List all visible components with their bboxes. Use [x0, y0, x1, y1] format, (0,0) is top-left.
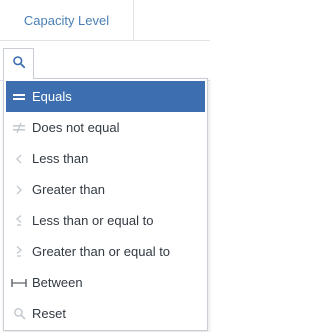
filter-operator-button[interactable]: [3, 48, 34, 79]
greater-than-icon: [8, 184, 30, 196]
menu-item-reset[interactable]: Reset: [6, 298, 205, 329]
equals-icon: [8, 92, 30, 102]
menu-item-label: Between: [32, 275, 83, 290]
menu-item-label: Less than: [32, 151, 89, 166]
menu-item-between[interactable]: Between: [6, 267, 205, 298]
menu-item-label: Does not equal: [32, 120, 120, 135]
filter-operator-menu: Equals Does not equal Less than Greater …: [3, 78, 208, 331]
not-equal-icon: [8, 122, 30, 134]
column-header-capacity-level[interactable]: Capacity Level: [0, 0, 134, 40]
menu-item-label: Greater than: [32, 182, 105, 197]
menu-item-less-than-or-equal[interactable]: Less than or equal to: [6, 205, 205, 236]
menu-item-label: Reset: [32, 306, 66, 321]
reset-search-icon: [8, 307, 30, 320]
menu-item-label: Equals: [32, 89, 72, 104]
menu-item-greater-than[interactable]: Greater than: [6, 174, 205, 205]
menu-item-label: Greater than or equal to: [32, 244, 171, 259]
menu-item-does-not-equal[interactable]: Does not equal: [6, 112, 205, 143]
between-icon: [8, 278, 30, 288]
menu-item-equals[interactable]: Equals: [6, 81, 205, 112]
greater-than-or-equal-icon: [8, 245, 30, 258]
grid-header-row: Capacity Level: [0, 0, 210, 41]
search-icon: [12, 55, 26, 74]
less-than-icon: [8, 153, 30, 165]
menu-item-less-than[interactable]: Less than: [6, 143, 205, 174]
menu-item-greater-than-or-equal[interactable]: Greater than or equal to: [6, 236, 205, 267]
column-header-label: Capacity Level: [23, 12, 110, 28]
less-than-or-equal-icon: [8, 214, 30, 227]
menu-item-label: Less than or equal to: [32, 213, 154, 228]
